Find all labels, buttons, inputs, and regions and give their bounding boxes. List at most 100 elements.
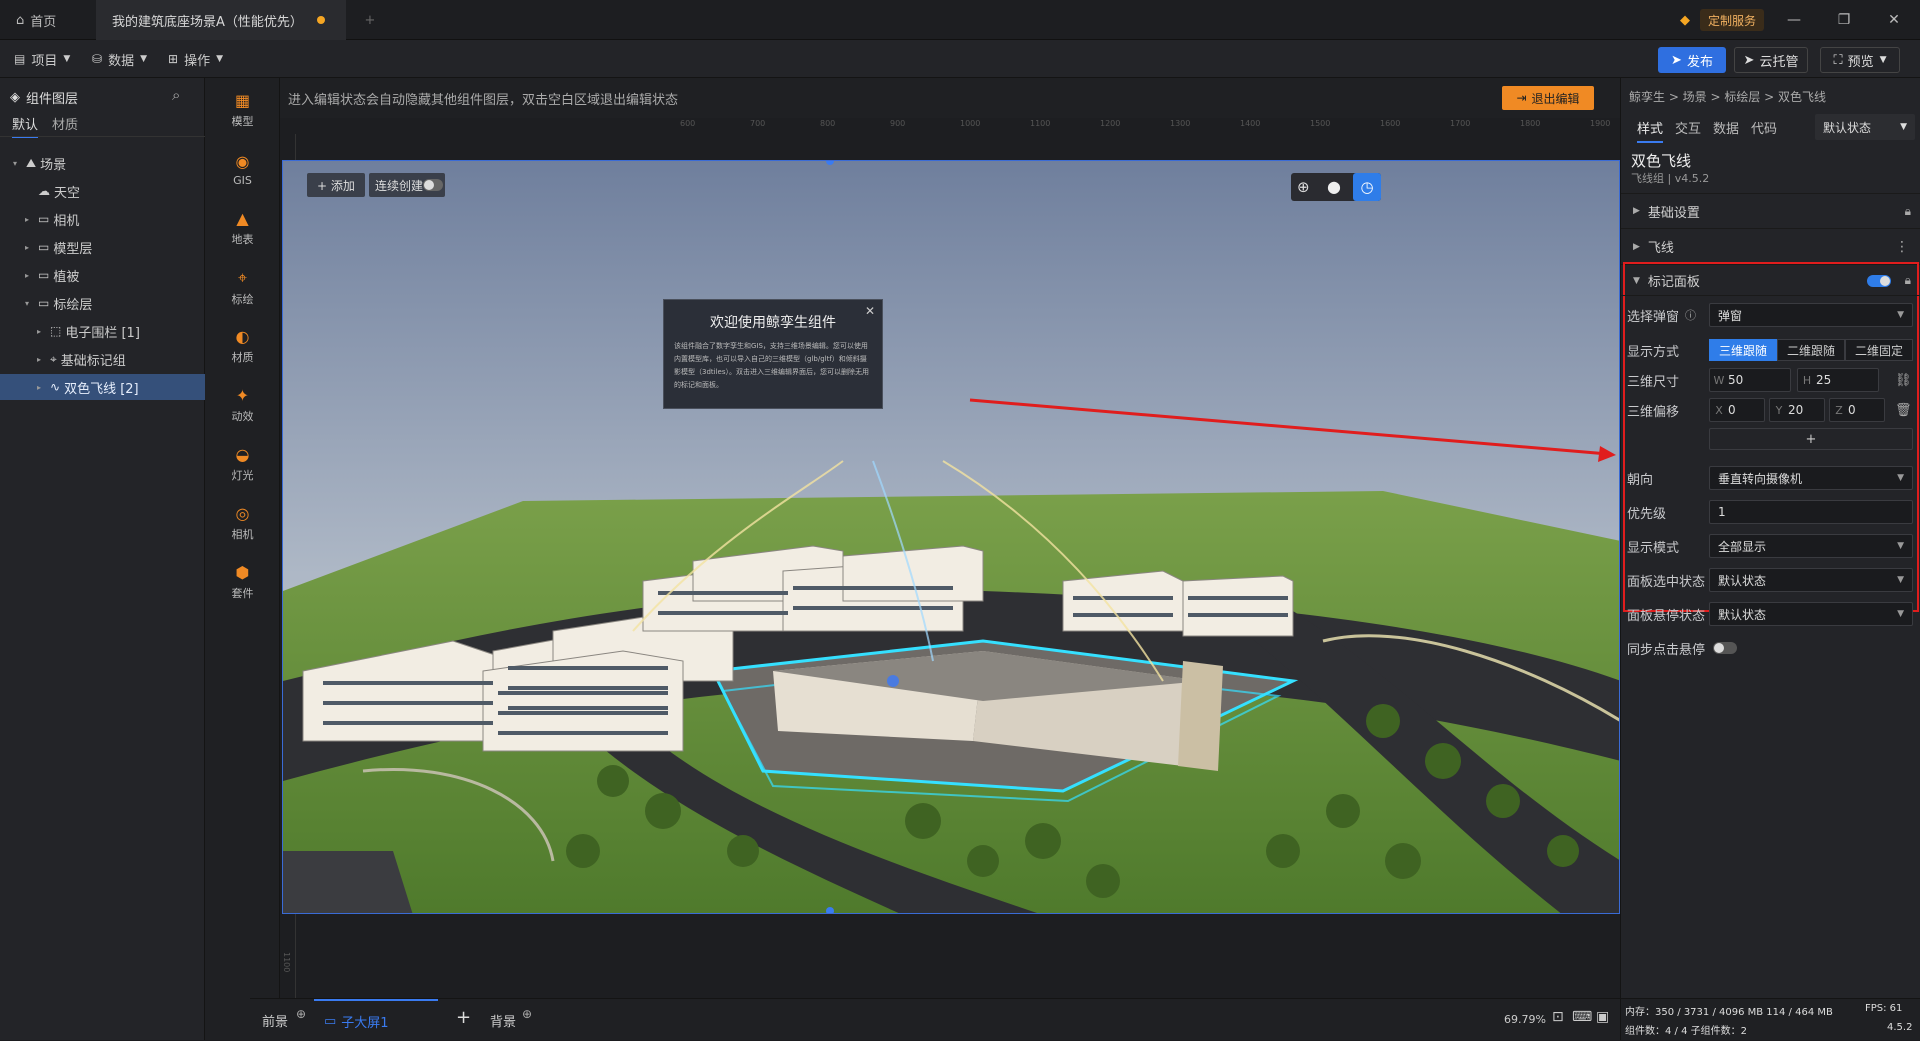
- publish-button[interactable]: ➤ 发布: [1658, 47, 1726, 73]
- chevron-down-icon: ▼: [216, 54, 223, 64]
- display-2d-follow[interactable]: 二维跟随: [1777, 339, 1845, 361]
- tree-item[interactable]: ▸ ∿ 双色飞线 [2]: [0, 374, 205, 400]
- row-sync: 同步点击悬停: [1621, 634, 1920, 662]
- tree-toggle-icon[interactable]: ▾: [20, 299, 34, 308]
- minimize-icon[interactable]: —: [1772, 0, 1816, 40]
- toolbar-icon: ⬢: [235, 563, 250, 582]
- tree-toggle-icon[interactable]: ▸: [32, 355, 46, 364]
- tab-data[interactable]: 数据: [1713, 118, 1739, 137]
- sync-toggle[interactable]: [1713, 642, 1737, 654]
- tab-subscreen[interactable]: ▭ 子大屏1: [314, 999, 438, 1041]
- monitor-icon: ▭: [324, 1013, 337, 1029]
- toolbar-item[interactable]: ◒ 灯光: [205, 436, 280, 492]
- offset-x-input[interactable]: X0: [1709, 398, 1765, 422]
- tree-item-label: 植被: [53, 269, 80, 285]
- selected-state-select[interactable]: 默认状态 ▼: [1709, 568, 1913, 592]
- search-icon[interactable]: ⌕: [172, 86, 180, 104]
- tree-toggle-icon[interactable]: ▸: [20, 215, 34, 224]
- unsaved-dot-icon: [316, 16, 325, 24]
- tree-item[interactable]: ▾ ⛰ 场景: [0, 150, 205, 176]
- menu-project[interactable]: ▤ 项目 ▼: [14, 48, 70, 70]
- custom-service-button[interactable]: 定制服务: [1700, 9, 1765, 31]
- tree-toggle-icon[interactable]: ▾: [8, 159, 22, 168]
- toolbar-item[interactable]: ▦ 模型: [205, 82, 280, 138]
- more-icon[interactable]: ⋮: [1895, 239, 1909, 255]
- layers-header: ◈ 组件图层: [10, 90, 79, 107]
- width-input[interactable]: W 50: [1709, 368, 1791, 392]
- memory-stats: 内存：350 / 3731 / 4096 MB 114 / 464 MB: [1625, 1007, 1833, 1018]
- tab-default[interactable]: 默认: [12, 114, 39, 138]
- chevron-down-icon: ▼: [1897, 541, 1904, 551]
- tab-code[interactable]: 代码: [1751, 118, 1777, 137]
- toolbar-item[interactable]: ◐ 材质: [205, 318, 280, 374]
- tree-item[interactable]: ▸ ▭ 相机: [0, 206, 205, 232]
- tree-item[interactable]: ▸ ⌖ 基础标记组: [0, 346, 205, 372]
- tree-toggle-icon[interactable]: ▸: [32, 383, 46, 392]
- tree-toggle-icon[interactable]: ▸: [32, 327, 46, 336]
- layers-icon: ◈: [10, 90, 20, 105]
- toolbar-item[interactable]: ⬢ 套件: [205, 554, 280, 610]
- tree-item[interactable]: ▸ ▭ 模型层: [0, 234, 205, 260]
- hover-state-select[interactable]: 默认状态 ▼: [1709, 602, 1913, 626]
- tree-item[interactable]: ▸ ▭ 植被: [0, 262, 205, 288]
- tree-item[interactable]: ▾ ▭ 标绘层: [0, 290, 205, 316]
- display-mode-select[interactable]: 全部显示 ▼: [1709, 534, 1913, 558]
- tree-toggle-icon[interactable]: ▸: [20, 243, 34, 252]
- chevron-down-icon: ▼: [1897, 473, 1904, 483]
- fit-screen-icon[interactable]: ⊡: [1552, 1009, 1564, 1025]
- tab-document[interactable]: 我的建筑底座场景A（性能优先）: [96, 0, 346, 40]
- chevron-down-icon: ▼: [1633, 275, 1640, 286]
- section-basic[interactable]: ▶ 基础设置 🔒︎: [1621, 193, 1920, 229]
- folder-icon: ⬚: [50, 324, 62, 338]
- offset-y-input[interactable]: Y 20: [1769, 398, 1825, 422]
- toolbar-item[interactable]: ⌖ 标绘: [205, 259, 280, 315]
- chevron-down-icon: ▼: [1897, 575, 1904, 585]
- display-2d-fixed[interactable]: 二维固定: [1845, 339, 1913, 361]
- height-input[interactable]: H 25: [1797, 368, 1879, 392]
- keyboard-icon[interactable]: ⌨: [1572, 1009, 1592, 1025]
- close-window-icon[interactable]: ✕: [1872, 0, 1916, 40]
- folder-icon: ▭: [38, 268, 50, 282]
- tab-background[interactable]: 背景: [490, 1011, 516, 1030]
- toolbar-icon: ◎: [235, 504, 250, 523]
- tab-home[interactable]: ⌂ 首页: [0, 0, 90, 40]
- tree-item[interactable]: ☁ 天空: [0, 178, 205, 204]
- priority-input[interactable]: 1: [1709, 500, 1913, 524]
- tab-interaction[interactable]: 交互: [1675, 118, 1701, 137]
- tab-material[interactable]: 材质: [52, 114, 78, 133]
- popup-select[interactable]: 弹窗 ▼: [1709, 303, 1913, 327]
- preview-button[interactable]: ⛶ 预览 ▼: [1820, 47, 1900, 73]
- tree-toggle-icon[interactable]: ▸: [20, 271, 34, 280]
- help-icon[interactable]: ⓘ: [1685, 307, 1696, 323]
- offset-z-input[interactable]: Z0: [1829, 398, 1885, 422]
- tab-foreground[interactable]: 前景: [262, 1011, 288, 1030]
- section-flyline[interactable]: ▶ 飞线 ⋮: [1621, 229, 1920, 265]
- section-marker[interactable]: ▼ 标记面板 🔒︎: [1621, 266, 1920, 296]
- toolbar-item[interactable]: ◎ 相机: [205, 495, 280, 551]
- toolbar-icon: ◒: [235, 445, 250, 464]
- menu-data[interactable]: ⛁ 数据 ▼: [92, 48, 147, 70]
- add-offset-button[interactable]: +: [1709, 428, 1913, 450]
- tree-item[interactable]: ▸ ⬚ 电子围栏 [1]: [0, 318, 205, 344]
- link-icon[interactable]: ⛓: [1895, 373, 1912, 388]
- lock-icon[interactable]: 🔒︎: [1905, 204, 1911, 219]
- tab-style[interactable]: 样式: [1637, 118, 1664, 143]
- lock-icon[interactable]: 🔒︎: [1905, 273, 1911, 288]
- toolbar-item[interactable]: ◉ GIS: [205, 141, 280, 197]
- restore-icon[interactable]: ❐: [1822, 0, 1866, 40]
- orientation-select[interactable]: 垂直转向摄像机 ▼: [1709, 466, 1913, 490]
- new-tab-button[interactable]: +: [348, 0, 392, 40]
- add-circle-icon[interactable]: ⊕: [296, 1007, 306, 1021]
- add-screen-icon[interactable]: +: [456, 1007, 471, 1028]
- console-icon[interactable]: ▣: [1596, 1009, 1609, 1025]
- component-name: 双色飞线: [1631, 152, 1692, 170]
- toolbar-item[interactable]: ▲ 地表: [205, 200, 280, 256]
- display-3d-follow[interactable]: 三维跟随: [1709, 339, 1777, 361]
- cloud-button[interactable]: ➤ 云托管: [1734, 47, 1808, 73]
- menu-ops[interactable]: ⊞ 操作 ▼: [168, 48, 223, 70]
- trash-icon[interactable]: 🗑︎: [1895, 403, 1912, 418]
- state-select[interactable]: 默认状态 ▼: [1815, 114, 1915, 140]
- toolbar-item[interactable]: ✦ 动效: [205, 377, 280, 433]
- add-circle-icon[interactable]: ⊕: [522, 1007, 532, 1021]
- marker-toggle[interactable]: [1867, 275, 1891, 287]
